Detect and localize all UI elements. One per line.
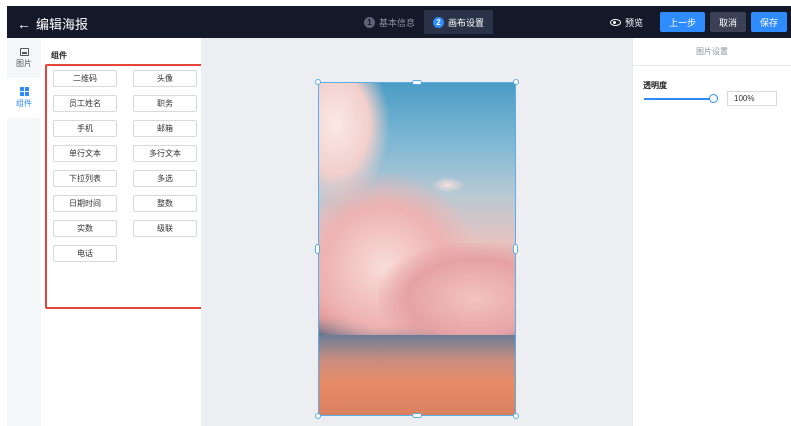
resize-handle-bottom[interactable]: [412, 413, 422, 418]
component-dropdown[interactable]: 下拉列表: [53, 170, 117, 187]
component-qrcode[interactable]: 二维码: [53, 70, 117, 87]
components-title: 组件: [51, 51, 67, 60]
back-button[interactable]: ← 编辑海报: [17, 14, 88, 33]
component-email[interactable]: 邮箱: [133, 120, 197, 137]
components-grid: 二维码 头像 员工姓名 职务 手机 邮箱 单行文本 多行文本 下拉列表 多选 日…: [53, 70, 197, 262]
cloud-shape: [431, 177, 465, 193]
component-multi-select[interactable]: 多选: [133, 170, 197, 187]
rail-item-components[interactable]: 组件: [7, 78, 41, 118]
step-label: 基本信息: [379, 17, 416, 28]
sea-shape: [319, 335, 515, 415]
step-basic-info[interactable]: 1 基本信息: [355, 10, 424, 34]
resize-handle-top[interactable]: [412, 80, 422, 85]
component-telephone[interactable]: 电话: [53, 245, 117, 262]
prev-step-button[interactable]: 上一步: [659, 12, 705, 32]
component-cascade[interactable]: 级联: [133, 220, 197, 237]
component-multi-line-text[interactable]: 多行文本: [133, 145, 197, 162]
component-integer[interactable]: 整数: [133, 195, 197, 212]
editor-canvas: [201, 38, 632, 426]
image-icon: [19, 47, 29, 56]
component-avatar[interactable]: 头像: [133, 70, 197, 87]
resize-handle-bottom-left[interactable]: [315, 413, 321, 419]
step-label: 画布设置: [448, 17, 485, 28]
component-position[interactable]: 职务: [133, 95, 197, 112]
components-highlight-box: 二维码 头像 员工姓名 职务 手机 邮箱 单行文本 多行文本 下拉列表 多选 日…: [45, 64, 203, 309]
top-bar: ← 编辑海报 1 基本信息 2 画布设置 预览 上一步 取消 保存: [7, 6, 791, 38]
rail-item-image[interactable]: 图片: [7, 38, 41, 78]
component-employee-name[interactable]: 员工姓名: [53, 95, 117, 112]
resize-handle-left[interactable]: [315, 244, 320, 254]
poster-image[interactable]: [318, 82, 516, 416]
opacity-slider-track[interactable]: [644, 98, 714, 100]
step-number: 2: [433, 16, 445, 28]
save-button[interactable]: 保存: [750, 12, 787, 32]
properties-panel: 图片设置 透明度 100%: [632, 38, 791, 426]
step-tabs: 1 基本信息 2 画布设置: [355, 10, 494, 34]
component-real-number[interactable]: 实数: [53, 220, 117, 237]
rail-item-label: 图片: [16, 58, 32, 68]
preview-button[interactable]: 预览: [609, 16, 643, 29]
page-title: 编辑海报: [36, 17, 89, 32]
opacity-input[interactable]: 100%: [727, 91, 777, 106]
back-arrow-icon: ←: [17, 15, 31, 32]
resize-handle-bottom-right[interactable]: [513, 413, 519, 419]
component-datetime[interactable]: 日期时间: [53, 195, 117, 212]
resize-handle-top-left[interactable]: [315, 79, 321, 85]
header-actions: 预览 上一步 取消 保存: [609, 12, 787, 32]
resize-handle-top-right[interactable]: [513, 79, 519, 85]
step-canvas-settings[interactable]: 2 画布设置: [424, 10, 494, 34]
side-rail: 图片 组件: [7, 38, 41, 426]
step-number: 1: [364, 16, 375, 28]
properties-header: 图片设置: [633, 38, 791, 66]
eye-icon: [609, 18, 621, 26]
opacity-slider-handle[interactable]: [709, 94, 718, 103]
resize-handle-right[interactable]: [513, 244, 518, 254]
preview-label: 预览: [624, 17, 643, 28]
cancel-button[interactable]: 取消: [709, 12, 746, 32]
component-phone-mobile[interactable]: 手机: [53, 120, 117, 137]
component-single-line-text[interactable]: 单行文本: [53, 145, 117, 162]
grid-icon: [19, 87, 29, 96]
rail-item-label: 组件: [16, 99, 32, 108]
opacity-label: 透明度: [643, 81, 667, 90]
components-panel: 组件 二维码 头像 员工姓名 职务 手机 邮箱 单行文本 多行文本 下拉列表 多…: [41, 38, 203, 426]
